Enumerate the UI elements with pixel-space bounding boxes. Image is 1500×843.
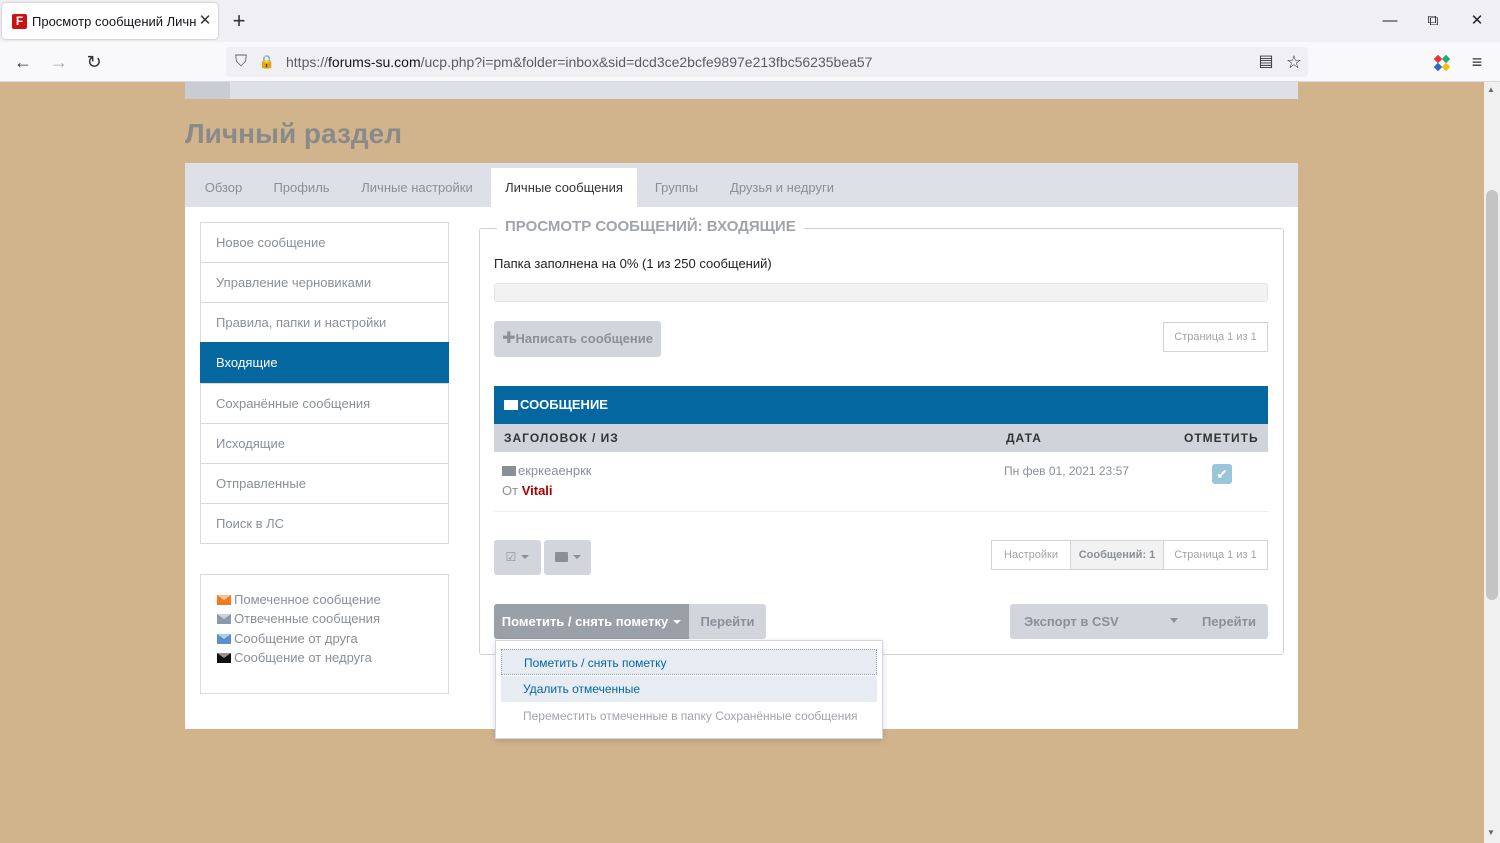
legend-label: Сообщение от друга	[234, 631, 358, 646]
scroll-down-icon[interactable]: ▼	[1487, 828, 1495, 837]
browser-toolbar: ← → ↻ ⛉ 🔒 https://forums-su.com/ucp.php?…	[0, 42, 1500, 82]
message-from: От Vitali	[502, 483, 553, 498]
export-go-button[interactable]: Перейти	[1190, 604, 1268, 639]
go-button[interactable]: Перейти	[689, 604, 766, 639]
dropdown-option-move[interactable]: Переместить отмеченные в папку Сохранённ…	[501, 703, 877, 729]
legend-marked: Помеченное сообщение	[217, 592, 381, 610]
message-date: Пн фев 01, 2021 23:57	[1004, 464, 1129, 478]
messages-header-label: СООБЩЕНИЕ	[520, 397, 608, 412]
legend-friend: Сообщение от друга	[217, 631, 358, 649]
sidebar-item-search[interactable]: Поиск в ЛС	[200, 503, 449, 544]
new-tab-icon[interactable]: +	[229, 10, 249, 32]
friend-envelope-icon	[217, 634, 231, 644]
url-path: /ucp.php?i=pm&folder=inbox&sid=dcd3ce2bc…	[420, 54, 873, 70]
dropdown-option-mark[interactable]: Пометить / снять пометку	[501, 649, 877, 675]
tab-friends-foes[interactable]: Друзья и недруги	[717, 168, 847, 207]
table-row: екркеаенркк От Vitali Пн фев 01, 2021 23…	[494, 452, 1268, 512]
folder-dropdown[interactable]	[544, 540, 591, 575]
minimize-icon[interactable]: —	[1378, 10, 1402, 32]
column-subject: ЗАГОЛОВОК / ИЗ	[504, 431, 619, 445]
messages-header: СООБЩЕНИЕ	[494, 386, 1268, 424]
scroll-thumb[interactable]	[1486, 190, 1498, 600]
sidebar-item-new-message[interactable]: Новое сообщение	[200, 222, 449, 263]
message-legend: Помеченное сообщение Отвеченные сообщени…	[200, 574, 449, 694]
plus-icon: ✚	[502, 330, 516, 347]
menu-toggle[interactable]	[185, 82, 230, 99]
page-scrollbar[interactable]: ▲ ▼	[1484, 82, 1500, 843]
mark-action-label: Пометить / снять пометку	[501, 614, 669, 629]
extension-icon[interactable]	[1433, 54, 1451, 72]
sidebar-item-inbox[interactable]: Входящие	[200, 342, 449, 383]
replied-envelope-icon	[217, 614, 231, 624]
page-title: Личный раздел	[185, 118, 402, 149]
sidebar-item-rules[interactable]: Правила, папки и настройки	[200, 302, 449, 343]
tab-overview[interactable]: Обзор	[195, 168, 252, 207]
sidebar-item-sent[interactable]: Отправленные	[200, 463, 449, 504]
folder-fill-bar	[494, 283, 1268, 302]
scroll-up-icon[interactable]: ▲	[1487, 85, 1495, 94]
message-author[interactable]: Vitali	[522, 483, 553, 498]
compose-label: Написать сообщение	[515, 331, 653, 346]
legend-replied: Отвеченные сообщения	[217, 611, 380, 629]
mark-action-select[interactable]: Пометить / снять пометку	[494, 604, 689, 639]
checkbox-icon: ☑	[505, 550, 517, 564]
browser-tab[interactable]: F Просмотр сообщений Личны ✕	[2, 3, 218, 39]
lock-icon[interactable]: 🔒	[258, 52, 276, 72]
settings-button[interactable]: Настройки	[991, 540, 1071, 570]
inbox-heading: ПРОСМОТР СООБЩЕНИЙ: ВХОДЯЩИЕ	[497, 218, 804, 235]
column-date: ДАТА	[1006, 431, 1042, 445]
compose-button[interactable]: ✚Написать сообщение	[494, 321, 661, 357]
browser-tab-strip: F Просмотр сообщений Личны ✕ + — ⧉ ✕	[0, 0, 1500, 42]
legend-label: Отвеченные сообщения	[234, 611, 380, 626]
sidebar-item-saved[interactable]: Сохранённые сообщения	[200, 383, 449, 424]
message-checkbox[interactable]: ✔	[1212, 464, 1232, 484]
forward-icon[interactable]: →	[47, 50, 71, 74]
back-icon[interactable]: ←	[11, 50, 35, 74]
url-scheme: https://	[286, 54, 329, 70]
bookmark-star-icon[interactable]: ☆	[1283, 50, 1305, 74]
app-menu-icon[interactable]: ≡	[1465, 50, 1489, 74]
url-text[interactable]: https://forums-su.com/ucp.php?i=pm&folde…	[286, 54, 872, 70]
marked-envelope-icon	[217, 595, 231, 605]
restore-icon[interactable]: ⧉	[1421, 10, 1445, 32]
from-prefix: От	[502, 483, 519, 498]
pagination-bottom[interactable]: Страница 1 из 1	[1163, 540, 1268, 570]
foe-envelope-icon	[217, 653, 231, 663]
folder-status: Папка заполнена на 0% (1 из 250 сообщени…	[494, 256, 772, 271]
folder-icon	[554, 552, 568, 562]
tab-profile[interactable]: Профиль	[263, 168, 340, 207]
tab-private-messages[interactable]: Личные сообщения	[491, 168, 637, 207]
top-navbar-strip	[185, 82, 1298, 99]
messages-column-headers: ЗАГОЛОВОК / ИЗ ДАТА ОТМЕТИТЬ	[494, 424, 1268, 452]
pagination-top[interactable]: Страница 1 из 1	[1163, 322, 1268, 352]
tab-personal-settings[interactable]: Личные настройки	[352, 168, 482, 207]
sidebar-item-drafts[interactable]: Управление черновиками	[200, 262, 449, 303]
mark-all-dropdown[interactable]: ☑	[494, 540, 541, 575]
reader-view-icon[interactable]: ▤	[1256, 51, 1276, 73]
tab-close-icon[interactable]: ✕	[198, 12, 212, 30]
message-count: Сообщений: 1	[1070, 540, 1164, 570]
legend-foe: Сообщение от недруга	[217, 650, 372, 668]
envelope-icon	[504, 400, 518, 410]
reload-icon[interactable]: ↻	[82, 50, 106, 74]
message-subject[interactable]: екркеаенркк	[518, 463, 591, 478]
address-bar[interactable]: ⛉ 🔒 https://forums-su.com/ucp.php?i=pm&f…	[226, 47, 1308, 77]
column-mark: ОТМЕТИТЬ	[1184, 431, 1259, 445]
legend-label: Сообщение от недруга	[234, 650, 372, 665]
tab-title: Просмотр сообщений Личны	[32, 14, 196, 29]
tracking-shield-icon[interactable]: ⛉	[232, 51, 250, 73]
tab-groups[interactable]: Группы	[645, 168, 708, 207]
url-host: forums-su.com	[328, 54, 421, 70]
legend-label: Помеченное сообщение	[234, 592, 381, 607]
dropdown-option-delete[interactable]: Удалить отмеченные	[501, 676, 877, 702]
window-close-icon[interactable]: ✕	[1465, 10, 1489, 32]
read-envelope-icon	[502, 466, 516, 476]
chevron-down-icon	[1170, 618, 1178, 623]
mark-action-dropdown: Пометить / снять пометку Удалить отмечен…	[495, 640, 883, 739]
site-favicon-icon: F	[12, 14, 27, 29]
export-select[interactable]: Экспорт в CSV	[1010, 604, 1190, 639]
sidebar-item-outbox[interactable]: Исходящие	[200, 423, 449, 464]
